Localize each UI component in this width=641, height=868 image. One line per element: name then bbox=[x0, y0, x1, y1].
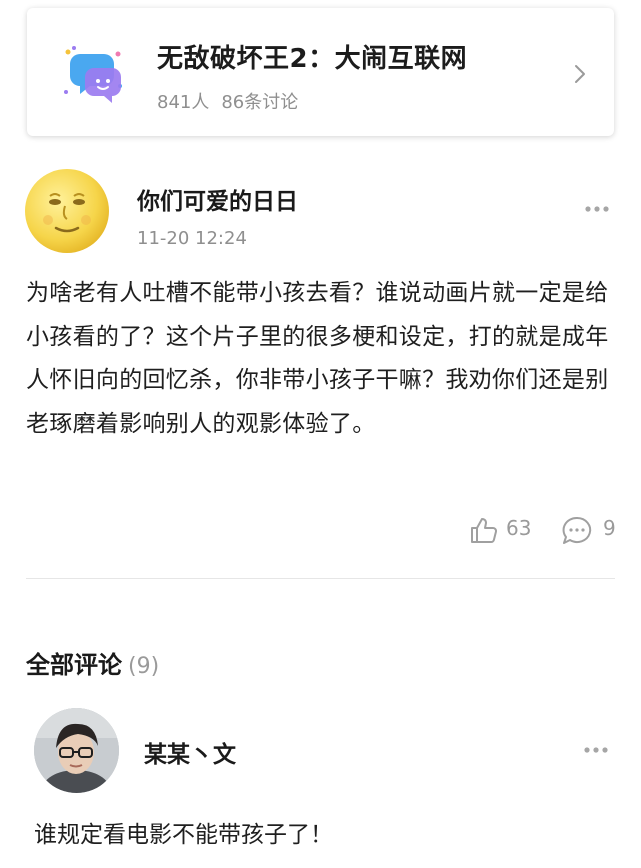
topic-discussions: 86条讨论 bbox=[221, 92, 299, 113]
divider bbox=[26, 578, 615, 579]
topic-members: 841人 bbox=[157, 92, 210, 113]
comments-title-label: 全部评论 bbox=[26, 651, 122, 679]
post-time: 11-20 12:24 bbox=[137, 228, 247, 249]
comment-icon[interactable] bbox=[561, 515, 593, 545]
chat-bubbles-icon bbox=[64, 46, 122, 103]
topic-meta: 841人 86条讨论 bbox=[157, 88, 310, 114]
topic-title[interactable]: 无敌破坏王2：大闹互联网 bbox=[157, 38, 467, 75]
more-options-icon[interactable] bbox=[583, 746, 609, 754]
post-body: 为啥老有人吐槽不能带小孩去看？谁说动画片就一定是给小孩看的了？这个片子里的很多梗… bbox=[26, 280, 609, 437]
avatar[interactable] bbox=[24, 168, 110, 254]
author-name[interactable]: 你们可爱的日日 bbox=[137, 182, 298, 216]
topic-card[interactable]: 无敌破坏王2：大闹互联网 841人 86条讨论 bbox=[27, 8, 614, 136]
comment-text: 谁规定看电影不能带孩子了！ bbox=[34, 822, 333, 848]
user-photo-icon bbox=[34, 708, 119, 793]
chevron-right-icon[interactable] bbox=[573, 63, 587, 85]
comment-author[interactable]: 某某丶文 bbox=[144, 735, 236, 769]
comments-count: (9) bbox=[128, 654, 160, 679]
like-count: 63 bbox=[506, 516, 532, 540]
comments-section-title: 全部评论 (9) bbox=[26, 645, 159, 680]
comment-avatar[interactable] bbox=[34, 708, 119, 793]
thumbs-up-icon[interactable] bbox=[469, 515, 499, 545]
comment-count: 9 bbox=[603, 516, 616, 540]
more-options-icon[interactable] bbox=[584, 205, 610, 213]
